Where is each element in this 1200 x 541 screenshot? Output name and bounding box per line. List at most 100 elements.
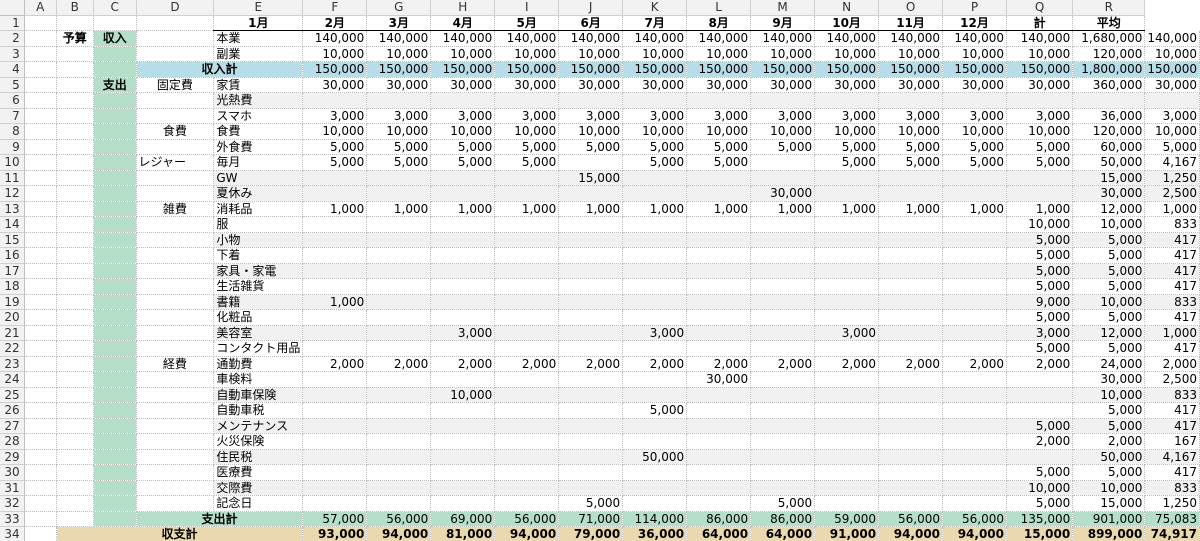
- value-cell[interactable]: [750, 309, 816, 326]
- value-cell[interactable]: 833: [1144, 387, 1200, 403]
- value-cell[interactable]: [302, 170, 368, 186]
- value-cell[interactable]: [750, 464, 816, 481]
- value-cell[interactable]: [366, 294, 432, 310]
- value-cell[interactable]: [430, 449, 496, 465]
- value-cell[interactable]: [430, 495, 496, 512]
- balance-total-cell[interactable]: 15,000: [1006, 526, 1074, 541]
- expense-item-name[interactable]: 通勤費: [213, 356, 304, 372]
- expense-total-cell[interactable]: 56,000: [942, 511, 1007, 527]
- expense-item-name[interactable]: スマホ: [213, 108, 304, 124]
- expense-item-name[interactable]: 記念日: [213, 495, 304, 512]
- row-header[interactable]: 11: [0, 170, 25, 186]
- value-cell[interactable]: 2,000: [430, 356, 496, 372]
- value-cell[interactable]: [750, 402, 816, 419]
- expense-total-cell[interactable]: 86,000: [686, 511, 752, 527]
- value-cell[interactable]: 5,000: [1006, 263, 1074, 279]
- value-cell[interactable]: 30,000: [1072, 371, 1146, 388]
- row-header[interactable]: 22: [0, 340, 25, 357]
- cell[interactable]: [56, 387, 94, 403]
- cell[interactable]: [24, 278, 57, 295]
- value-cell[interactable]: [878, 340, 944, 357]
- value-cell[interactable]: [302, 185, 368, 202]
- value-cell[interactable]: 3,000: [430, 108, 496, 124]
- value-cell[interactable]: 5,000: [878, 154, 944, 171]
- value-cell[interactable]: [878, 433, 944, 450]
- balance-total-cell[interactable]: 79,000: [558, 526, 624, 541]
- row-header[interactable]: 3: [0, 46, 25, 62]
- month-header-cell[interactable]: 5月: [494, 15, 560, 31]
- value-cell[interactable]: 10,000: [494, 46, 560, 62]
- income-total-cell[interactable]: 150,000: [558, 61, 624, 78]
- value-cell[interactable]: [366, 216, 432, 233]
- value-cell[interactable]: [878, 185, 944, 202]
- month-header-cell[interactable]: 平均: [1072, 15, 1146, 31]
- value-cell[interactable]: [622, 480, 688, 496]
- value-cell[interactable]: 5,000: [1006, 247, 1074, 264]
- value-cell[interactable]: [622, 433, 688, 450]
- value-cell[interactable]: [686, 495, 752, 512]
- balance-total-cell[interactable]: 64,000: [686, 526, 752, 541]
- value-cell[interactable]: 5,000: [1072, 263, 1146, 279]
- value-cell[interactable]: 30,000: [366, 77, 432, 93]
- cell[interactable]: [24, 216, 57, 233]
- value-cell[interactable]: [302, 371, 368, 388]
- category-label[interactable]: 雑費: [136, 201, 215, 217]
- value-cell[interactable]: [430, 340, 496, 357]
- value-cell[interactable]: [686, 92, 752, 109]
- value-cell[interactable]: [686, 247, 752, 264]
- value-cell[interactable]: [302, 92, 368, 109]
- value-cell[interactable]: [494, 309, 560, 326]
- value-cell[interactable]: 30,000: [686, 77, 752, 93]
- value-cell[interactable]: [622, 387, 688, 403]
- value-cell[interactable]: [494, 418, 560, 434]
- value-cell[interactable]: [750, 433, 816, 450]
- value-cell[interactable]: 3,000: [814, 325, 880, 341]
- value-cell[interactable]: 30,000: [494, 77, 560, 93]
- value-cell[interactable]: 10,000: [430, 123, 496, 140]
- month-header-cell[interactable]: 3月: [366, 15, 432, 31]
- value-cell[interactable]: [302, 495, 368, 512]
- value-cell[interactable]: [814, 371, 880, 388]
- cell[interactable]: [93, 46, 137, 62]
- row-header[interactable]: 31: [0, 480, 25, 496]
- value-cell[interactable]: 5,000: [686, 154, 752, 171]
- cell[interactable]: [24, 480, 57, 496]
- value-cell[interactable]: 9,000: [1006, 294, 1074, 310]
- value-cell[interactable]: 5,000: [1072, 402, 1146, 419]
- value-cell[interactable]: [302, 449, 368, 465]
- category-label[interactable]: 食費: [136, 123, 215, 140]
- expense-item-name[interactable]: 自動車保険: [213, 387, 304, 403]
- month-header-cell[interactable]: 11月: [878, 15, 944, 31]
- value-cell[interactable]: [814, 232, 880, 248]
- cell[interactable]: [56, 139, 94, 155]
- expense-item-name[interactable]: 交際費: [213, 480, 304, 496]
- value-cell[interactable]: 60,000: [1072, 139, 1146, 155]
- value-cell[interactable]: 10,000: [366, 46, 432, 62]
- expense-item-name[interactable]: 消耗品: [213, 201, 304, 217]
- value-cell[interactable]: [814, 294, 880, 310]
- cell[interactable]: [136, 108, 215, 124]
- value-cell[interactable]: [366, 170, 432, 186]
- cell[interactable]: [93, 108, 137, 124]
- expense-item-name[interactable]: 家具・家電: [213, 263, 304, 279]
- row-header[interactable]: 25: [0, 387, 25, 403]
- value-cell[interactable]: 5,000: [494, 139, 560, 155]
- cell[interactable]: [93, 61, 137, 78]
- cell[interactable]: [136, 15, 215, 31]
- income-total-cell[interactable]: 150,000: [430, 61, 496, 78]
- cell[interactable]: [24, 464, 57, 481]
- value-cell[interactable]: 12,000: [1072, 325, 1146, 341]
- row-header[interactable]: 19: [0, 294, 25, 310]
- cell[interactable]: [93, 185, 137, 202]
- value-cell[interactable]: [814, 402, 880, 419]
- expense-item-name[interactable]: 生活雑貨: [213, 278, 304, 295]
- value-cell[interactable]: 833: [1144, 480, 1200, 496]
- value-cell[interactable]: [942, 263, 1007, 279]
- value-cell[interactable]: 15,000: [1072, 170, 1146, 186]
- cell[interactable]: [56, 201, 94, 217]
- row-header[interactable]: 29: [0, 449, 25, 465]
- value-cell[interactable]: 1,000: [686, 201, 752, 217]
- value-cell[interactable]: 5,000: [686, 139, 752, 155]
- value-cell[interactable]: [814, 92, 880, 109]
- column-header-n[interactable]: N: [814, 0, 880, 16]
